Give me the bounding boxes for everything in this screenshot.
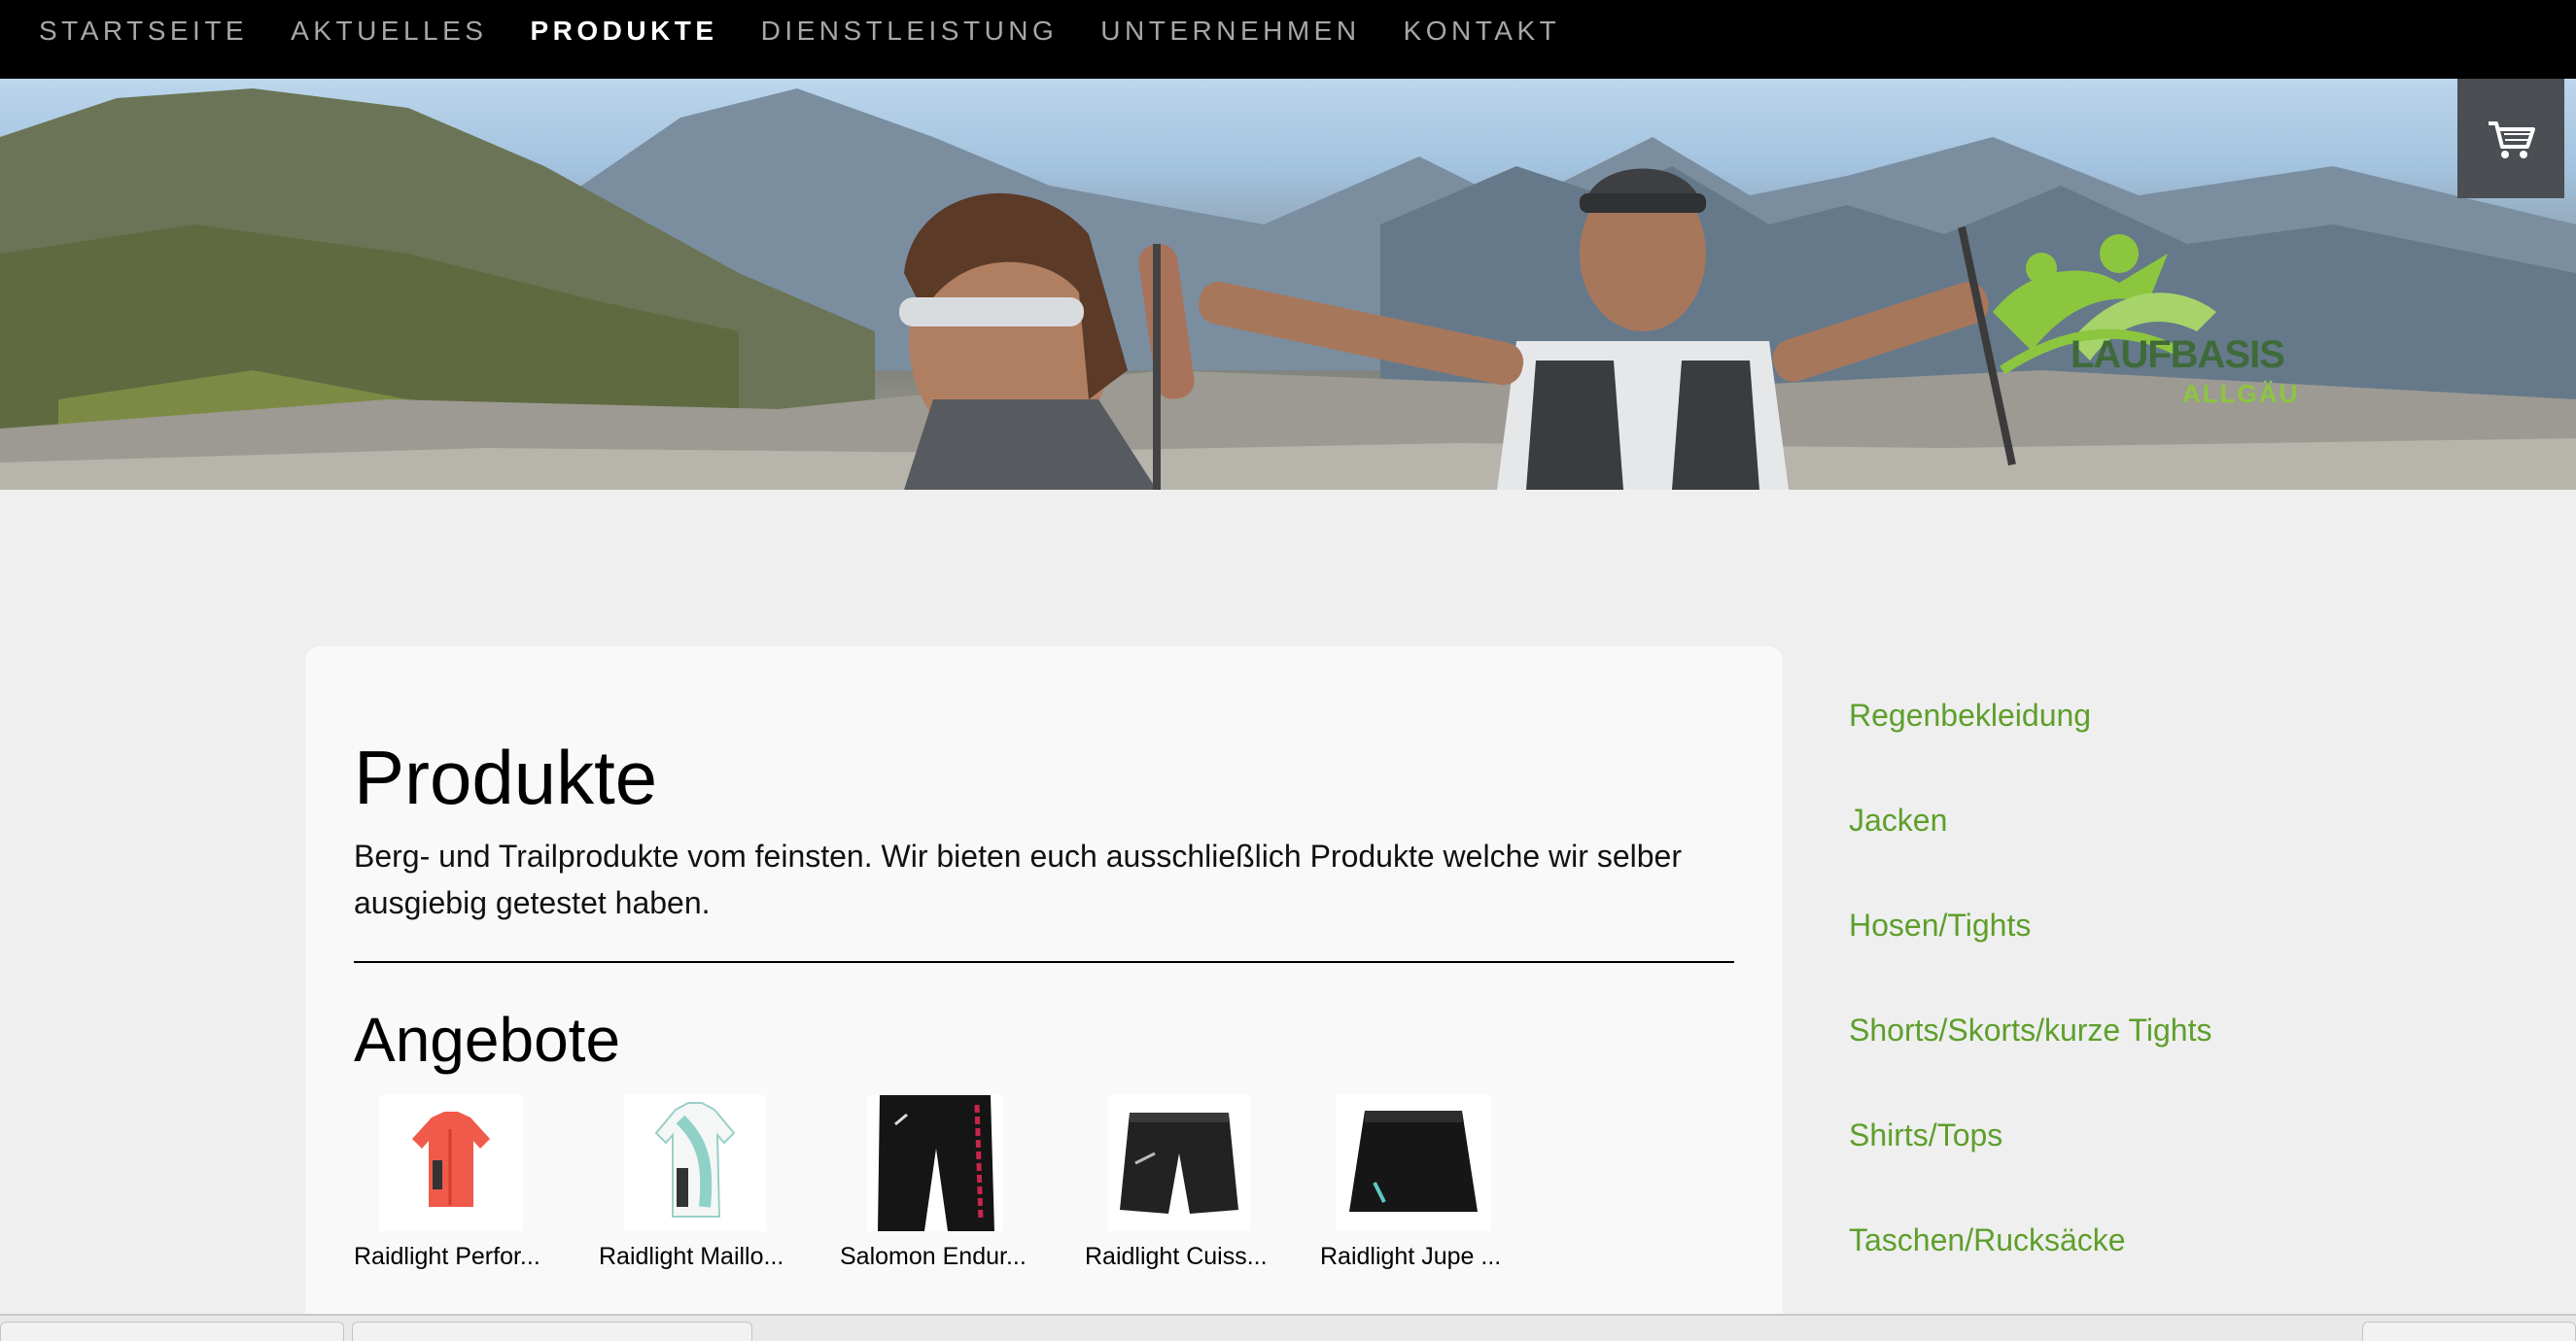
sidebar-item-jacken[interactable]: Jacken xyxy=(1849,803,1947,839)
product-name[interactable]: Raidlight Jupe ... xyxy=(1320,1243,1501,1271)
page-title: Produkte xyxy=(354,735,658,820)
shopping-cart-button[interactable] xyxy=(2457,79,2564,198)
black-tights-icon xyxy=(878,1095,994,1231)
product-name[interactable]: Raidlight Cuiss... xyxy=(1085,1243,1268,1271)
logo-text-allgaeu: ALLGÄU xyxy=(2182,379,2300,408)
offers-title: Angebote xyxy=(354,1005,621,1075)
bottom-tab[interactable] xyxy=(352,1322,752,1341)
product-thumb[interactable] xyxy=(867,1095,1003,1231)
white-shirt-icon xyxy=(654,1102,736,1218)
product-thumb[interactable] xyxy=(379,1095,523,1231)
hero-photo xyxy=(0,88,2576,490)
black-skirt-icon xyxy=(1349,1111,1478,1212)
black-shorts-icon xyxy=(1120,1113,1238,1214)
sidebar-item-shirts-tops[interactable]: Shirts/Tops xyxy=(1849,1118,2002,1153)
top-navigation: STARTSEITE AKTUELLES PRODUKTE DIENSTLEIS… xyxy=(0,0,2576,79)
content-card: Produkte Berg- und Trailprodukte vom fei… xyxy=(305,646,1783,1341)
product-name[interactable]: Salomon Endur... xyxy=(840,1243,1027,1271)
intro-text: Berg- und Trailprodukte vom feinsten. Wi… xyxy=(354,839,1682,920)
nav-menu: STARTSEITE AKTUELLES PRODUKTE DIENSTLEIS… xyxy=(0,0,2576,62)
nav-item-aktuelles[interactable]: AKTUELLES xyxy=(291,16,487,47)
nav-item-startseite[interactable]: STARTSEITE xyxy=(39,16,248,47)
nav-item-kontakt[interactable]: KONTAKT xyxy=(1404,16,1561,47)
product-thumb[interactable] xyxy=(1108,1095,1250,1231)
red-shirt-icon xyxy=(412,1112,490,1207)
product-thumb[interactable] xyxy=(1336,1095,1491,1231)
sidebar-item-hosen-tights[interactable]: Hosen/Tights xyxy=(1849,908,2031,944)
bottom-tab[interactable] xyxy=(0,1322,344,1341)
shopping-cart-icon xyxy=(2489,120,2535,158)
sidebar-item-regenbekleidung[interactable]: Regenbekleidung xyxy=(1849,698,2091,734)
logo-text-laufbasis: LAUFBASIS xyxy=(2071,333,2285,376)
product-name[interactable]: Raidlight Maillo... xyxy=(599,1243,783,1271)
bottom-bar xyxy=(0,1314,2576,1341)
nav-item-produkte[interactable]: PRODUKTE xyxy=(530,16,717,47)
nav-item-dienstleistung[interactable]: DIENSTLEISTUNG xyxy=(761,16,1059,47)
nav-item-unternehmen[interactable]: UNTERNEHMEN xyxy=(1100,16,1360,47)
sidebar-item-taschen-rucksaecke[interactable]: Taschen/Rucksäcke xyxy=(1849,1222,2126,1258)
bottom-tab[interactable] xyxy=(2362,1322,2576,1341)
product-thumb[interactable] xyxy=(624,1095,766,1231)
divider xyxy=(354,961,1734,963)
sidebar-item-shorts[interactable]: Shorts/Skorts/kurze Tights xyxy=(1849,1013,2211,1049)
product-list: Raidlight Perfor... Raidlight Maillo... xyxy=(354,1095,1734,1270)
product-name[interactable]: Raidlight Perfor... xyxy=(354,1243,540,1271)
hero-banner: LAUFBASIS ALLGÄU xyxy=(0,79,2576,490)
